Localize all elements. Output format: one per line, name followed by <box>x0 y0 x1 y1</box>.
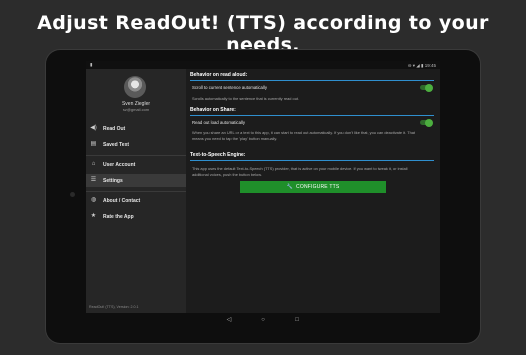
section-header-share: Behavior on Share: <box>190 107 236 113</box>
navigation-drawer: Sven Ziegler sz@gmail.com ◀) Read Out ▤ … <box>86 69 186 313</box>
configure-tts-label: CONFIGURE TTS <box>296 184 340 190</box>
section-header-read-aloud: Behavior on read aloud: <box>190 72 248 78</box>
drawer-divider <box>86 191 186 192</box>
drawer-item-label: Saved Text <box>103 141 130 148</box>
drawer-divider <box>86 155 186 156</box>
engine-description: This app uses the default Text-to-Speech… <box>192 166 408 177</box>
home-icon[interactable]: ○ <box>258 316 268 324</box>
option-scroll-description: Scrolls automatically to the sentence th… <box>192 96 300 101</box>
section-header-engine: Text-to-Speech Engine: <box>190 152 246 158</box>
star-icon: ★ <box>90 213 97 219</box>
app-version: ReadOut! (TTS), Version: 2.0.1 <box>89 305 139 309</box>
clock: 19:45 <box>424 62 436 68</box>
status-bar: ▮ ⊖ ▾ ◢ ▮ 19:45 <box>86 61 440 69</box>
system-nav-bar: ◁ ○ □ <box>86 313 440 327</box>
option-autoread-description: When you share an URL or a text to this … <box>192 130 415 141</box>
configure-tts-button[interactable]: 🔧 CONFIGURE TTS <box>240 181 386 193</box>
status-icons-time: ⊖ ▾ ◢ ▮ 19:45 <box>408 63 436 69</box>
drawer-item-label: Rate the App <box>103 213 134 220</box>
drawer-item-read-out[interactable]: ◀) Read Out <box>86 122 186 135</box>
wrench-icon: 🔧 <box>286 184 294 190</box>
option-scroll-label: Scroll to current sentence automatically <box>192 85 267 90</box>
status-icons: ⊖ ▾ ◢ ▮ <box>407 62 424 68</box>
avatar <box>124 76 146 98</box>
tablet-frame: ▮ ⊖ ▾ ◢ ▮ 19:45 Sven Ziegler sz@gmail.co… <box>46 50 480 343</box>
drawer-item-rate-app[interactable]: ★ Rate the App <box>86 210 186 223</box>
scroll-toggle[interactable] <box>420 83 433 92</box>
drawer-item-settings[interactable]: ☰ Settings <box>86 174 186 187</box>
settings-panel: Behavior on read aloud: Scroll to curren… <box>188 69 440 313</box>
drawer-item-about-contact[interactable]: ◍ About / Contact <box>86 194 186 207</box>
drawer-item-saved-text[interactable]: ▤ Saved Text <box>86 138 186 151</box>
document-icon: ▤ <box>90 141 97 147</box>
drawer-item-label: Read Out <box>103 125 126 132</box>
autoread-toggle[interactable] <box>420 118 433 127</box>
drawer-item-user-account[interactable]: ⌂ User Account <box>86 158 186 171</box>
lock-icon: ⌂ <box>91 161 96 167</box>
globe-icon: ◍ <box>90 197 97 203</box>
section-divider <box>190 160 434 161</box>
recents-icon[interactable]: □ <box>292 316 302 324</box>
drawer-item-label: Settings <box>103 177 123 184</box>
sliders-icon: ☰ <box>90 177 97 183</box>
option-autoread-label: Read out load automatically <box>192 120 246 125</box>
drawer-item-label: About / Contact <box>103 197 141 204</box>
user-email: sz@gmail.com <box>122 107 150 112</box>
section-divider <box>190 115 434 116</box>
app-screen: ▮ ⊖ ▾ ◢ ▮ 19:45 Sven Ziegler sz@gmail.co… <box>86 61 440 327</box>
section-divider <box>190 80 434 81</box>
drawer-item-label: User Account <box>103 161 136 168</box>
notification-icon: ▮ <box>90 62 93 67</box>
camera-icon <box>70 192 75 197</box>
volume-icon: ◀) <box>90 125 97 131</box>
back-icon[interactable]: ◁ <box>224 316 234 324</box>
